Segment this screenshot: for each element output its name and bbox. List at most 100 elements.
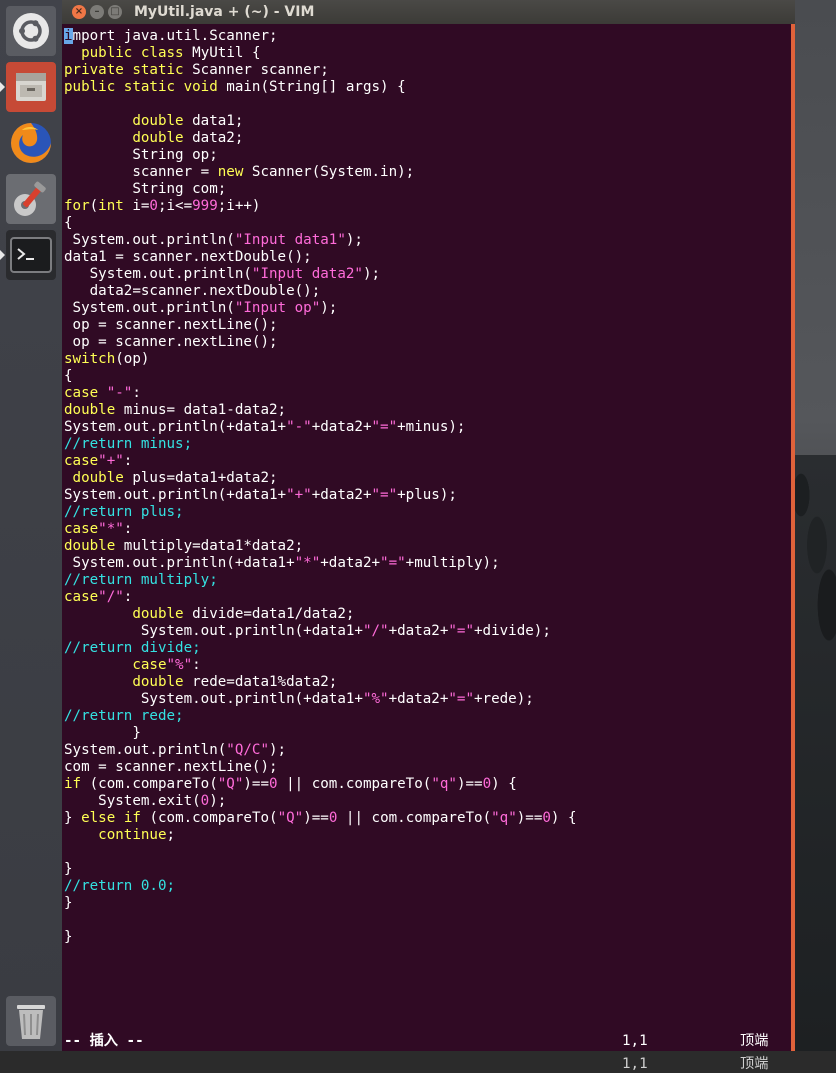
terminal-icon[interactable] <box>6 230 56 280</box>
vim-status-line: -- 插入 -- 1,1 顶端 <box>64 1033 791 1050</box>
code-line[interactable]: System.out.println("Input data2"); <box>64 266 577 283</box>
code-token: static <box>123 79 176 95</box>
code-line[interactable]: public class MyUtil { <box>64 45 577 62</box>
code-token: +data2+ <box>388 691 449 707</box>
code-line[interactable]: if (com.compareTo("Q")==0 || com.compare… <box>64 776 577 793</box>
code-line[interactable]: scanner = new Scanner(System.in); <box>64 164 577 181</box>
code-token: 0 <box>269 776 278 792</box>
code-token: : <box>123 589 133 605</box>
code-token: ; <box>166 827 176 843</box>
code-line[interactable]: import java.util.Scanner; <box>64 28 577 45</box>
code-line[interactable]: System.out.println(+data1+"%"+data2+"="+… <box>64 691 577 708</box>
code-token: || com.compareTo( <box>337 810 492 826</box>
code-line[interactable]: case"/": <box>64 589 577 606</box>
code-token: +divide); <box>474 623 551 639</box>
code-line[interactable]: System.out.println(+data1+"-"+data2+"="+… <box>64 419 577 436</box>
code-line[interactable]: double rede=data1%data2; <box>64 674 577 691</box>
code-token: +data2+ <box>388 623 449 639</box>
code-line[interactable]: //return plus; <box>64 504 577 521</box>
code-token: +multiply); <box>405 555 500 571</box>
code-token: +data2+ <box>311 487 372 503</box>
code-line[interactable]: System.out.println("Q/C"); <box>64 742 577 759</box>
cursor-position: 1,1 <box>622 1033 648 1049</box>
code-token: ) { <box>550 810 577 826</box>
firefox-icon[interactable] <box>6 118 56 168</box>
code-token: Scanner scanner; <box>183 62 329 78</box>
code-line[interactable]: { <box>64 368 577 385</box>
code-line[interactable]: double plus=data1+data2; <box>64 470 577 487</box>
code-line[interactable]: double minus= data1-data2; <box>64 402 577 419</box>
files-active-indicator <box>0 82 5 92</box>
code-line[interactable]: continue; <box>64 827 577 844</box>
code-line[interactable]: //return minus; <box>64 436 577 453</box>
code-line[interactable]: } <box>64 725 577 742</box>
maximize-button[interactable]: □ <box>108 5 122 19</box>
code-line[interactable]: //return 0.0; <box>64 878 577 895</box>
trash-icon[interactable] <box>6 996 56 1046</box>
vim-editor-area[interactable]: import java.util.Scanner; public class M… <box>62 24 791 1072</box>
code-line[interactable]: op = scanner.nextLine(); <box>64 317 577 334</box>
code-token: ( <box>89 198 99 214</box>
code-line[interactable]: System.out.println(+data1+"/"+data2+"="+… <box>64 623 577 640</box>
code-line[interactable]: System.out.println(+data1+"*"+data2+"="+… <box>64 555 577 572</box>
code-line[interactable]: } <box>64 929 577 946</box>
code-token: : <box>123 453 133 469</box>
code-token: +plus); <box>397 487 457 503</box>
code-line[interactable]: } else if (com.compareTo("Q")==0 || com.… <box>64 810 577 827</box>
code-line[interactable]: double divide=data1/data2; <box>64 606 577 623</box>
code-line[interactable]: } <box>64 895 577 912</box>
code-line[interactable]: case"%": <box>64 657 577 674</box>
code-token: double <box>132 674 184 690</box>
code-line[interactable]: String op; <box>64 147 577 164</box>
code-token: System.out.println( <box>64 266 252 282</box>
code-line[interactable]: case "-": <box>64 385 577 402</box>
code-line[interactable]: } <box>64 861 577 878</box>
code-token: double <box>64 402 116 418</box>
code-token: System.out.println( <box>64 232 235 248</box>
code-line[interactable]: case"*": <box>64 521 577 538</box>
code-line[interactable]: double data1; <box>64 113 577 130</box>
code-line[interactable]: //return multiply; <box>64 572 577 589</box>
code-line[interactable]: System.exit(0); <box>64 793 577 810</box>
code-buffer[interactable]: import java.util.Scanner; public class M… <box>64 28 577 946</box>
code-line[interactable]: data2=scanner.nextDouble(); <box>64 283 577 300</box>
close-button[interactable]: × <box>72 5 86 19</box>
code-token: "Input data2" <box>251 266 363 282</box>
window-title-bar[interactable]: × – □ MyUtil.java + (~) - VIM <box>62 0 795 24</box>
code-token: multiply=data1*data2; <box>115 538 304 554</box>
code-token: } <box>64 725 141 741</box>
cursor-position-secondary: 1,1 <box>622 1056 648 1072</box>
code-line[interactable] <box>64 912 577 929</box>
code-line[interactable]: op = scanner.nextLine(); <box>64 334 577 351</box>
code-line[interactable]: data1 = scanner.nextDouble(); <box>64 249 577 266</box>
code-line[interactable]: String com; <box>64 181 577 198</box>
code-line[interactable]: System.out.println(+data1+"+"+data2+"="+… <box>64 487 577 504</box>
code-line[interactable]: public static void main(String[] args) { <box>64 79 577 96</box>
minimize-button[interactable]: – <box>90 5 104 19</box>
unity-launcher <box>0 0 63 1051</box>
code-line[interactable]: { <box>64 215 577 232</box>
code-line[interactable]: System.out.println("Input op"); <box>64 300 577 317</box>
code-line[interactable]: System.out.println("Input data1"); <box>64 232 577 249</box>
code-line[interactable]: private static Scanner scanner; <box>64 62 577 79</box>
code-line[interactable]: switch(op) <box>64 351 577 368</box>
code-line[interactable]: //return divide; <box>64 640 577 657</box>
code-token: "-" <box>106 385 133 401</box>
code-token: plus=data1+data2; <box>123 470 278 486</box>
ubuntu-dash-icon[interactable] <box>6 6 56 56</box>
code-line[interactable] <box>64 844 577 861</box>
code-token: "Q/C" <box>226 742 270 758</box>
code-line[interactable]: com = scanner.nextLine(); <box>64 759 577 776</box>
code-line[interactable]: //return rede; <box>64 708 577 725</box>
code-line[interactable]: for(int i=0;i<=999;i++) <box>64 198 577 215</box>
system-settings-icon[interactable] <box>6 174 56 224</box>
code-line[interactable]: case"+": <box>64 453 577 470</box>
code-token: (com.compareTo( <box>81 776 218 792</box>
code-line[interactable]: double data2; <box>64 130 577 147</box>
code-line[interactable] <box>64 96 577 113</box>
code-token: (com.compareTo( <box>140 810 278 826</box>
files-icon[interactable] <box>6 62 56 112</box>
code-line[interactable]: double multiply=data1*data2; <box>64 538 577 555</box>
